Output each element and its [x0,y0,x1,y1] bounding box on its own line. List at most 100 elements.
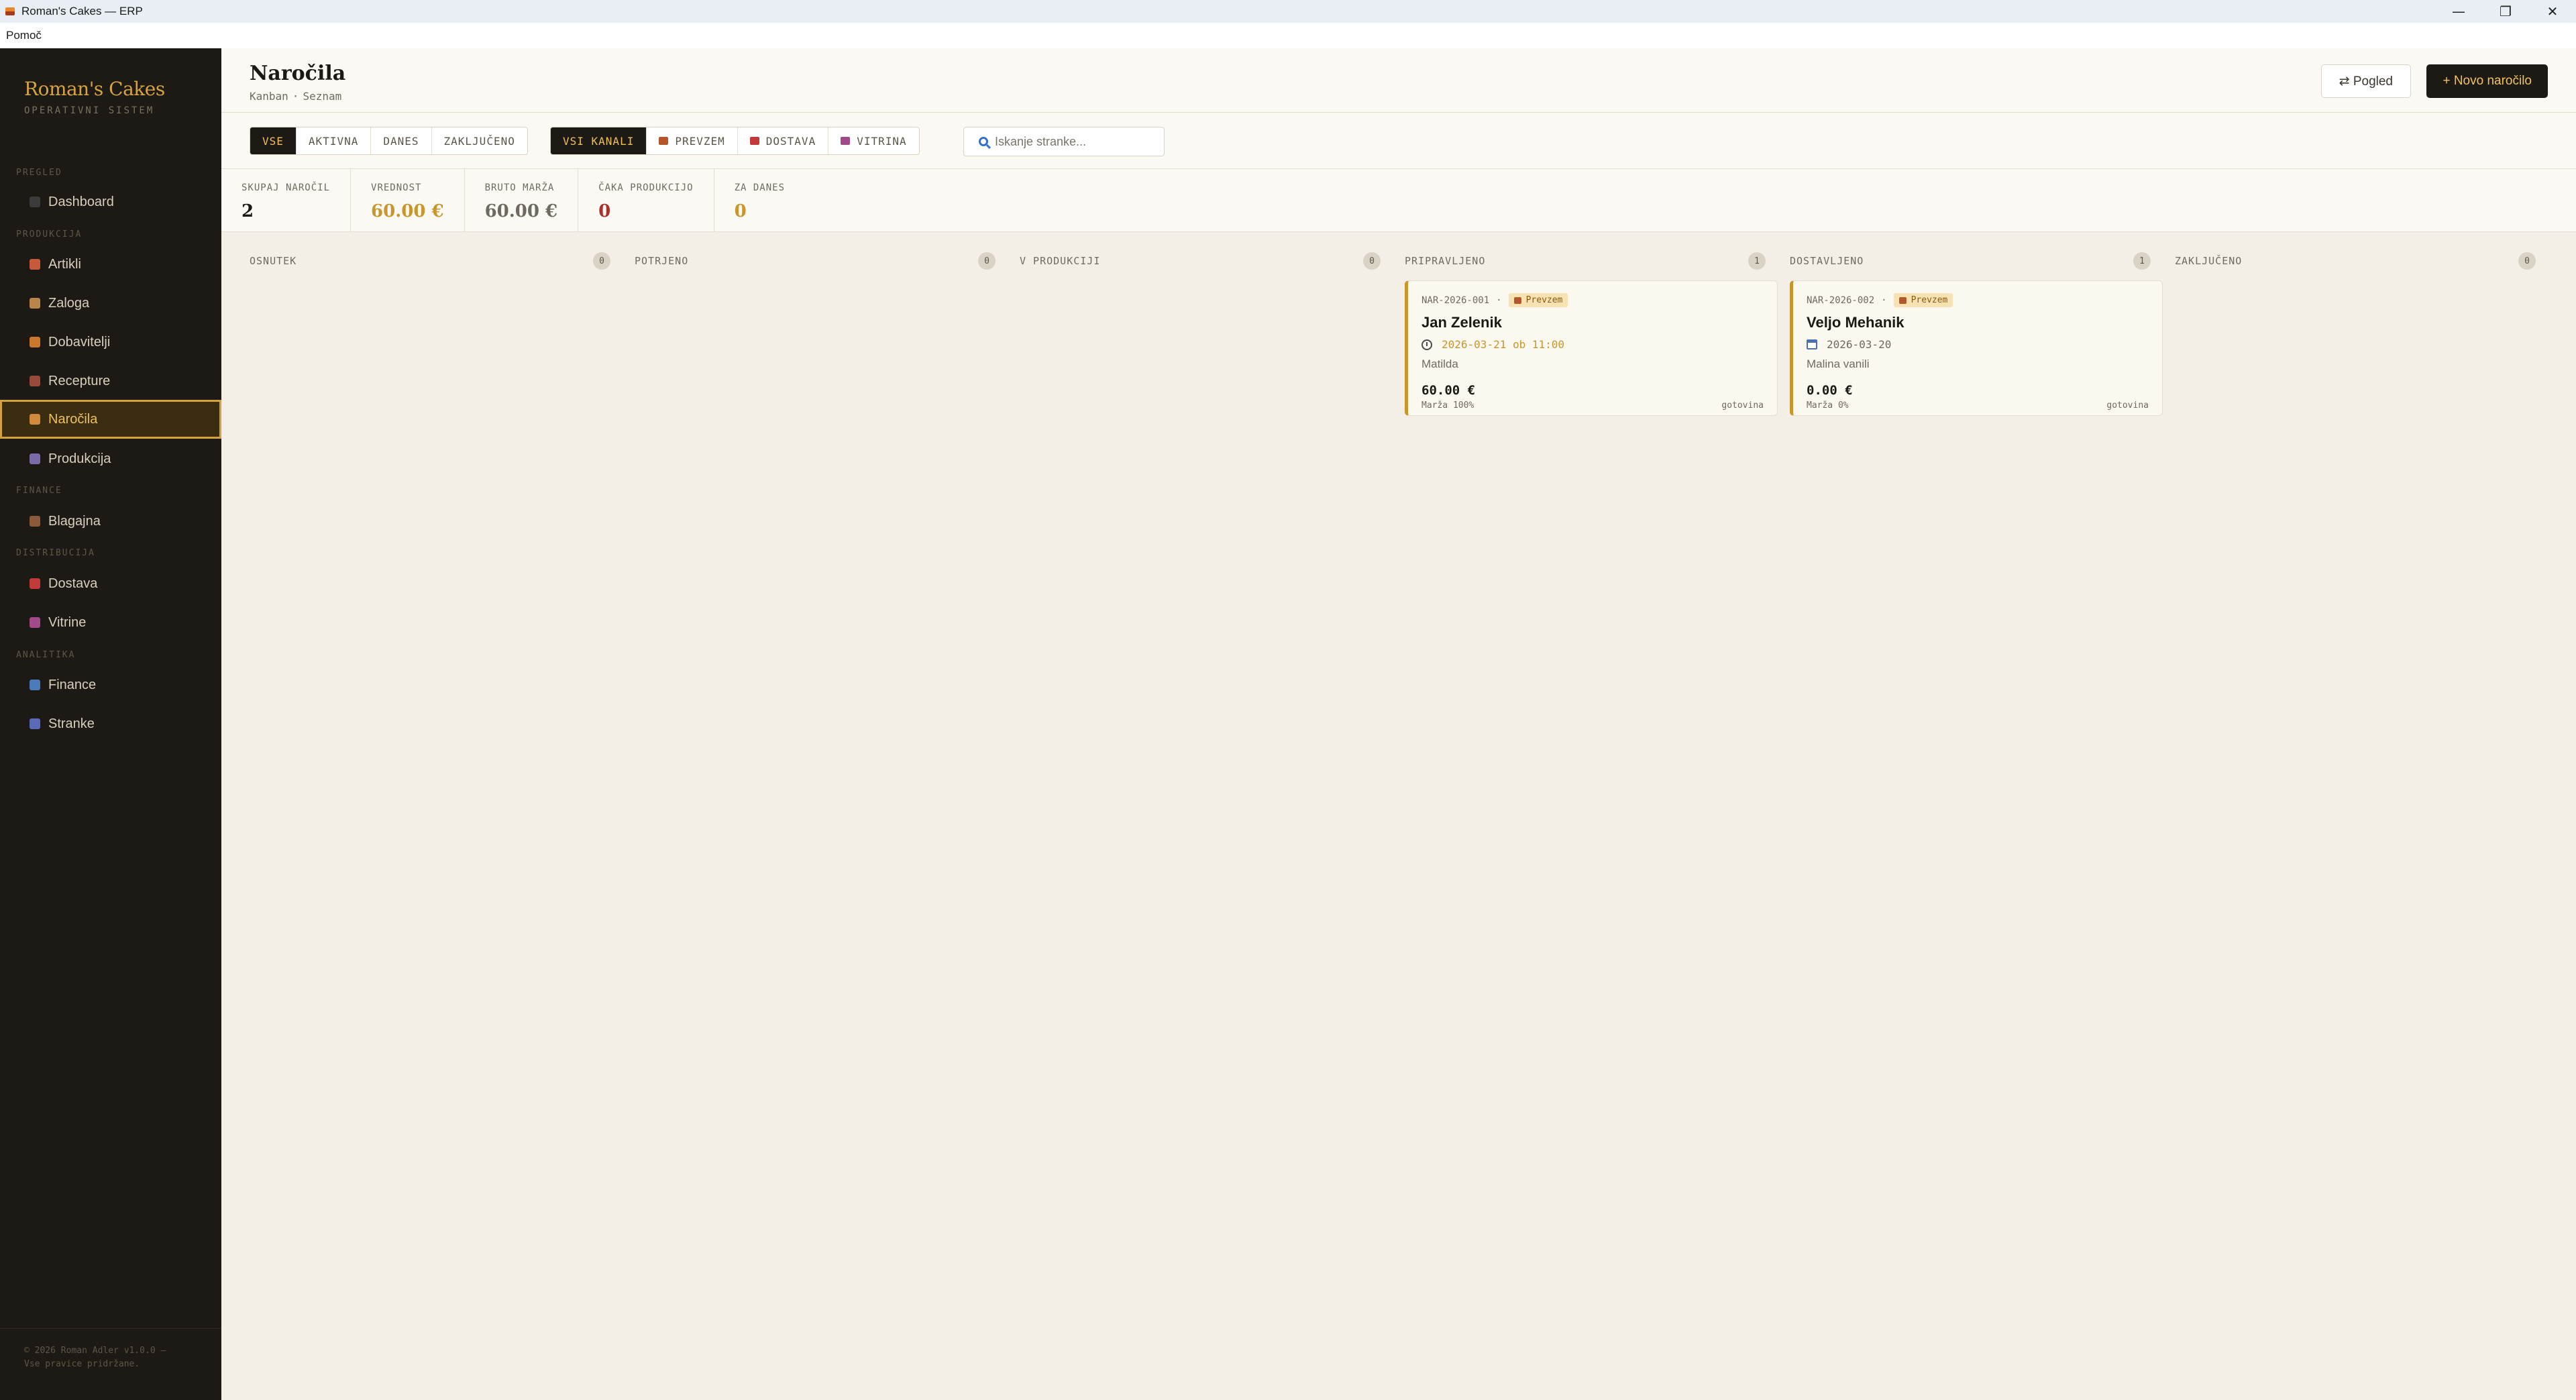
car-icon [30,578,40,589]
sidebar-item-dashboard[interactable]: Dashboard [0,182,221,221]
view-switch: Kanban · Seznam [250,90,341,103]
sidebar-item-label: Zaloga [48,295,90,311]
shop-icon [1513,297,1521,304]
box-icon [30,298,40,309]
order-date-row: 2026-03-20 [1807,338,2149,351]
stat-value: 2 [241,201,254,221]
minimize-button[interactable]: — [2435,0,2482,23]
order-card[interactable]: NAR-2026-001 · Prevzem Jan Zelenik 2026-… [1405,280,1778,416]
car-icon [749,137,759,145]
sidebar-item-label: Dashboard [48,194,114,209]
sidebar-item-produkcija[interactable]: Produkcija [0,439,221,478]
channel-filter-dostava[interactable]: DOSTAVA [738,127,829,154]
stat-label: SKUPAJ NAROČIL [241,182,331,193]
clock-icon [1421,339,1432,350]
column-title: V PRODUKCIJI [1020,255,1101,267]
order-item: Matilda [1421,358,1458,370]
card-meta: NAR-2026-002 · Prevzem [1807,293,2149,307]
brand-subtitle: OPERATIVNI SISTEM [24,105,155,116]
new-order-button[interactable]: + Novo naročilo [2426,64,2548,98]
kanban-column-dostavljeno: DOSTAVLJENO 1 NAR-2026-002 · Prevzem Vel… [1778,251,2163,653]
card-footer: Marža 0% gotovina [1807,400,2149,411]
sidebar-item-finance[interactable]: Finance [0,665,221,704]
sidebar-item-label: Finance [48,677,97,692]
page-header: Naročila Kanban · Seznam ⇄ Pogled + Novo n… [221,48,2576,113]
shop-icon [1898,297,1907,304]
menu-help[interactable]: Pomoč [6,29,42,42]
column-title: OSNUTEK [250,255,297,267]
channel-filter-all[interactable]: VSI KANALI [551,127,647,154]
stat-label: ČAKA PRODUKCIJO [598,182,694,193]
channel-label: DOSTAVA [765,134,816,148]
brand-name: Roman's Cakes [24,78,165,100]
order-card[interactable]: NAR-2026-002 · Prevzem Veljo Mehanik 202… [1790,280,2163,416]
order-id: NAR-2026-002 [1807,294,1875,306]
view-seznam-link[interactable]: Seznam [303,90,341,103]
sidebar-item-label: Stranke [48,716,95,731]
stat-gross-margin: BRUTO MARŽA 60.00 € [465,169,579,232]
column-count-badge: 0 [593,252,610,270]
sidebar-item-zaloga[interactable]: Zaloga [0,284,221,323]
maximize-button[interactable]: ❐ [2482,0,2529,23]
view-kanban-link[interactable]: Kanban [250,90,288,103]
sidebar-item-narocila[interactable]: Naročila [0,400,221,439]
view-separator: · [292,90,299,103]
sidebar: Roman's Cakes OPERATIVNI SISTEM PREGLED … [0,48,221,1400]
close-button[interactable]: ✕ [2529,0,2576,23]
status-filter-zakljuceno[interactable]: ZAKLJUČENO [432,127,527,154]
column-title: POTRJENO [635,255,689,267]
order-date: 2026-03-21 ob 11:00 [1442,338,1565,351]
sidebar-item-dostava[interactable]: Dostava [0,564,221,603]
nav-section-pregled: PREGLED [16,168,62,178]
sidebar-item-vitrine[interactable]: Vitrine [0,603,221,642]
column-count-badge: 0 [2518,252,2536,270]
channel-badge-label: Prevzem [1911,295,1948,305]
column-header: DOSTAVLJENO 1 [1778,251,2163,271]
channel-filter-prevzem[interactable]: PREVZEM [647,127,738,154]
status-filter-vse[interactable]: VSE [250,127,297,154]
card-footer: Marža 100% gotovina [1421,400,1764,411]
status-filter-danes[interactable]: DANES [371,127,432,154]
order-id: NAR-2026-001 [1421,294,1490,306]
column-header: OSNUTEK 0 [237,251,623,271]
search-icon [979,137,988,146]
stat-total-orders: SKUPAJ NAROČIL 2 [221,169,352,232]
sidebar-item-blagajna[interactable]: Blagajna [0,502,221,541]
order-date: 2026-03-20 [1827,338,1892,351]
pogled-button[interactable]: ⇄ Pogled [2320,64,2411,98]
column-header: ZAKLJUČENO 0 [2163,251,2548,271]
sidebar-item-recepture[interactable]: Recepture [0,362,221,400]
column-title: DOSTAVLJENO [1790,255,1864,267]
nav-section-analitika: ANALITIKA [16,650,76,660]
copyright: © 2026 Roman Adler v1.0.0 — Vse pravice … [24,1346,166,1369]
column-header: POTRJENO 0 [623,251,1008,271]
order-price: 0.00 € [1807,383,1853,398]
status-filter-aktivna[interactable]: AKTIVNA [297,127,372,154]
chart-icon [30,680,40,690]
sidebar-item-dobavitelji[interactable]: Dobavitelji [0,323,221,362]
stat-awaiting-production: ČAKA PRODUKCIJO 0 [578,169,714,232]
dashboard-icon [30,197,40,207]
channel-filter-vitrina[interactable]: VITRINA [828,127,918,154]
menubar: Pomoč [0,23,2576,48]
book-icon [30,376,40,386]
sidebar-item-artikli[interactable]: Artikli [0,245,221,284]
stat-value: 60.00 € [484,201,558,221]
stat-value: 0 [734,201,747,221]
column-count-badge: 1 [1748,252,1766,270]
cake-icon [30,259,40,270]
stat-label: BRUTO MARŽA [484,182,555,193]
page-title: Naročila [250,62,346,85]
sidebar-item-stranke[interactable]: Stranke [0,704,221,743]
kanban-column-zakljuceno: ZAKLJUČENO 0 [2163,251,2548,653]
column-count-badge: 0 [978,252,996,270]
search-input[interactable] [995,134,1142,149]
channel-label: VSI KANALI [563,134,635,148]
channel-label: PREVZEM [675,134,725,148]
nav-section-finance: FINANCE [16,486,62,496]
column-count-badge: 0 [1363,252,1381,270]
kanban-column-potrjeno: POTRJENO 0 [623,251,1008,653]
order-margin: Marža 100% [1421,400,1474,411]
calendar-icon [1807,339,1817,349]
channel-label: VITRINA [857,134,907,148]
